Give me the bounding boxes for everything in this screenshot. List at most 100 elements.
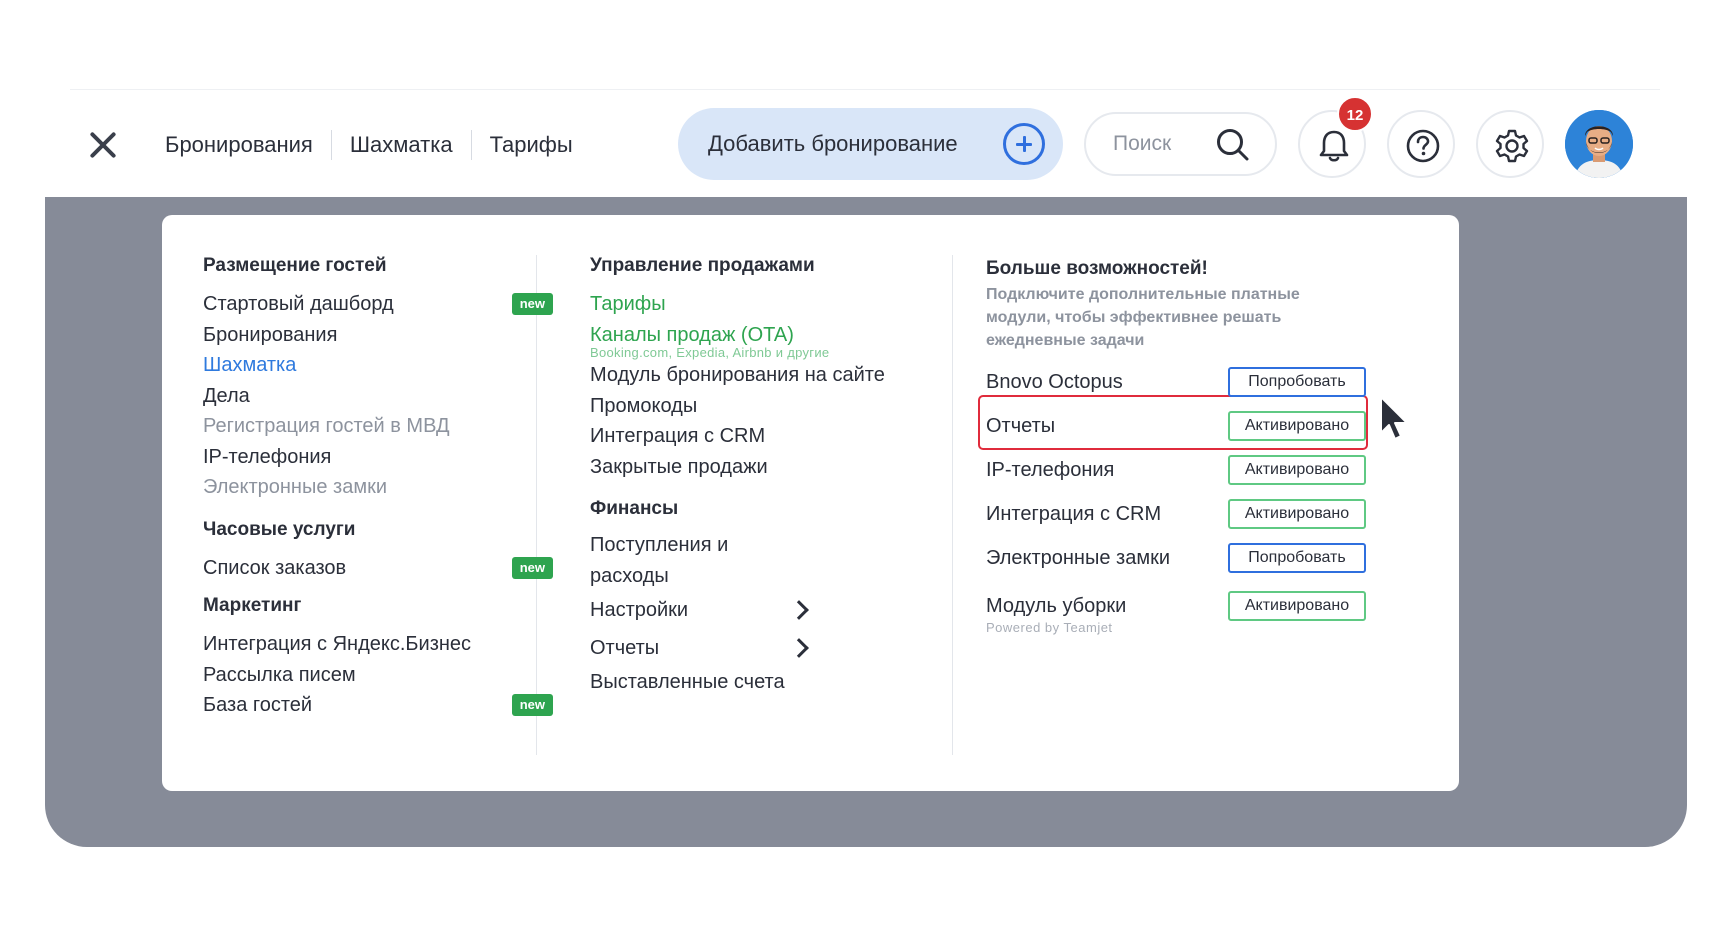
menu-item-label: Стартовый дашборд bbox=[203, 293, 394, 315]
user-avatar[interactable] bbox=[1565, 110, 1633, 178]
avatar-illustration bbox=[1565, 110, 1633, 178]
module-row-crm: Интеграция с CRM Активировано bbox=[986, 492, 1366, 536]
section-title-guests: Размещение гостей bbox=[203, 255, 387, 276]
chevron-right-icon bbox=[789, 600, 809, 620]
mouse-pointer-icon bbox=[1380, 396, 1408, 440]
section-title-sales: Управление продажами bbox=[590, 255, 815, 276]
menu-item-ip-telephony[interactable]: IP-телефония bbox=[203, 442, 553, 473]
menu-item-mvd-registration[interactable]: Регистрация гостей в МВД bbox=[203, 411, 553, 442]
menu-item-orders[interactable]: Список заказов new bbox=[203, 553, 553, 584]
menu-item-label: Электронные замки bbox=[203, 476, 387, 498]
menu-item-label: IP-телефония bbox=[203, 445, 332, 468]
search-placeholder: Поиск bbox=[1113, 132, 1172, 155]
menu-column-modules: Больше возможностей! Подключите дополнит… bbox=[978, 255, 1368, 635]
question-circle-icon bbox=[1406, 129, 1440, 163]
menu-item-label: Выставленные счета bbox=[590, 671, 785, 693]
ota-channels-subtitle: Booking.com, Expedia, Airbnb и другие bbox=[590, 345, 830, 360]
bell-icon bbox=[1319, 130, 1349, 162]
menu-item-income-expenses[interactable]: Поступления и расходы bbox=[590, 530, 812, 591]
search-icon bbox=[1217, 129, 1249, 161]
menu-column-sales: Управление продажами Тарифы Каналы прода… bbox=[590, 255, 990, 698]
module-name: Отчеты bbox=[986, 414, 1056, 437]
menu-item-settings[interactable]: Настройки bbox=[590, 591, 822, 629]
module-name: Интеграция с CRM bbox=[986, 502, 1162, 525]
add-booking-label: Добавить бронирование bbox=[708, 131, 958, 156]
new-badge: new bbox=[511, 293, 553, 316]
top-header: Бронирования Шахматка Тарифы Добавить бр… bbox=[0, 96, 1720, 180]
nav-bookings[interactable]: Бронирования bbox=[165, 132, 313, 158]
menu-item-label: Настройки bbox=[590, 598, 689, 621]
menu-item-label: Список заказов bbox=[203, 556, 347, 579]
menu-item-rates[interactable]: Тарифы bbox=[590, 289, 990, 320]
menu-item-label: Тарифы bbox=[590, 293, 666, 315]
search-input[interactable]: Поиск bbox=[1084, 112, 1277, 176]
gear-icon bbox=[1495, 129, 1529, 163]
menu-item-bookings[interactable]: Бронирования bbox=[203, 320, 553, 351]
menu-item-label: Модуль бронирования на сайте bbox=[590, 364, 885, 386]
nav-rates[interactable]: Тарифы bbox=[490, 132, 573, 158]
module-name: Модуль уборки bbox=[986, 594, 1127, 617]
menu-item-chessboard[interactable]: Шахматка bbox=[203, 350, 553, 381]
module-name: Электронные замки bbox=[986, 546, 1170, 569]
try-button[interactable]: Попробовать bbox=[1228, 543, 1366, 573]
module-row-reports: Отчеты Активировано bbox=[986, 404, 1366, 448]
menu-item-label: Рассылка писем bbox=[203, 663, 356, 686]
powered-by-label: Powered by Teamjet bbox=[986, 620, 1113, 635]
menu-item-label: Поступления и расходы bbox=[590, 534, 729, 587]
menu-item-booking-module[interactable]: Модуль бронирования на сайте bbox=[590, 360, 990, 391]
new-badge: new bbox=[511, 694, 553, 717]
menu-item-tasks[interactable]: Дела bbox=[203, 381, 553, 412]
menu-item-label: Закрытые продажи bbox=[590, 455, 768, 478]
menu-item-reports[interactable]: Отчеты bbox=[590, 629, 822, 667]
menu-item-promocodes[interactable]: Промокоды bbox=[590, 391, 990, 422]
section-title-hourly: Часовые услуги bbox=[203, 518, 356, 540]
header-top-divider bbox=[70, 89, 1660, 90]
chevron-right-icon bbox=[789, 638, 809, 658]
menu-item-label: Шахматка bbox=[203, 354, 297, 376]
menu-item-label: Интеграция с CRM bbox=[590, 425, 766, 447]
menu-item-closed-sales[interactable]: Закрытые продажи bbox=[590, 452, 990, 483]
module-name: Bnovo Octopus bbox=[986, 370, 1123, 393]
promo-text: Подключите дополнительные платные модули… bbox=[986, 286, 1300, 349]
activated-button[interactable]: Активировано bbox=[1228, 499, 1366, 529]
module-row-cleaning: Модуль уборки Активировано Powered by Te… bbox=[986, 584, 1366, 635]
menu-column-guests: Размещение гостей Стартовый дашборд new … bbox=[203, 255, 553, 721]
menu-item-invoices[interactable]: Выставленные счета bbox=[590, 667, 990, 698]
close-icon[interactable] bbox=[84, 126, 122, 164]
menu-item-label: Регистрация гостей в МВД bbox=[203, 415, 450, 437]
nav-chessboard[interactable]: Шахматка bbox=[350, 132, 453, 158]
menu-panel: Размещение гостей Стартовый дашборд new … bbox=[162, 215, 1459, 791]
section-title-marketing: Маркетинг bbox=[203, 595, 302, 616]
nav-divider bbox=[470, 130, 472, 160]
nav-divider bbox=[330, 130, 332, 160]
promo-title: Больше возможностей! bbox=[986, 258, 1208, 279]
add-booking-button[interactable]: Добавить бронирование bbox=[678, 108, 1063, 180]
menu-item-label: База гостей bbox=[203, 694, 313, 716]
plus-circle-icon bbox=[1003, 123, 1045, 165]
menu-item-mailing[interactable]: Рассылка писем bbox=[203, 660, 553, 691]
menu-item-dashboard[interactable]: Стартовый дашборд new bbox=[203, 289, 553, 320]
menu-item-label: Дела bbox=[203, 384, 250, 407]
module-row-locks: Электронные замки Попробовать bbox=[986, 536, 1366, 580]
activated-button[interactable]: Активировано bbox=[1228, 455, 1366, 485]
new-badge: new bbox=[511, 556, 553, 579]
activated-button[interactable]: Активировано bbox=[1228, 591, 1366, 621]
menu-item-crm-integration[interactable]: Интеграция с CRM bbox=[590, 421, 990, 452]
module-row-ip-telephony: IP-телефония Активировано bbox=[986, 448, 1366, 492]
menu-item-label: Отчеты bbox=[590, 636, 660, 659]
help-button[interactable] bbox=[1387, 110, 1455, 178]
menu-item-electronic-locks[interactable]: Электронные замки bbox=[203, 472, 553, 503]
try-button[interactable]: Попробовать bbox=[1228, 367, 1366, 397]
notifications-count-badge: 12 bbox=[1337, 96, 1373, 132]
module-name: IP-телефония bbox=[986, 458, 1115, 481]
module-row-octopus: Bnovo Octopus Попробовать bbox=[986, 360, 1366, 404]
section-title-finance: Финансы bbox=[590, 498, 679, 519]
menu-item-label: Интеграция с Яндекс.Бизнес bbox=[203, 633, 472, 655]
menu-item-yandex-business[interactable]: Интеграция с Яндекс.Бизнес bbox=[203, 629, 553, 660]
activated-button[interactable]: Активировано bbox=[1228, 411, 1366, 441]
menu-item-guest-base[interactable]: База гостей new bbox=[203, 690, 553, 721]
menu-item-label: Промокоды bbox=[590, 394, 698, 417]
main-nav: Бронирования Шахматка Тарифы bbox=[165, 126, 573, 164]
menu-item-label: Бронирования bbox=[203, 323, 338, 346]
settings-button[interactable] bbox=[1476, 110, 1544, 178]
